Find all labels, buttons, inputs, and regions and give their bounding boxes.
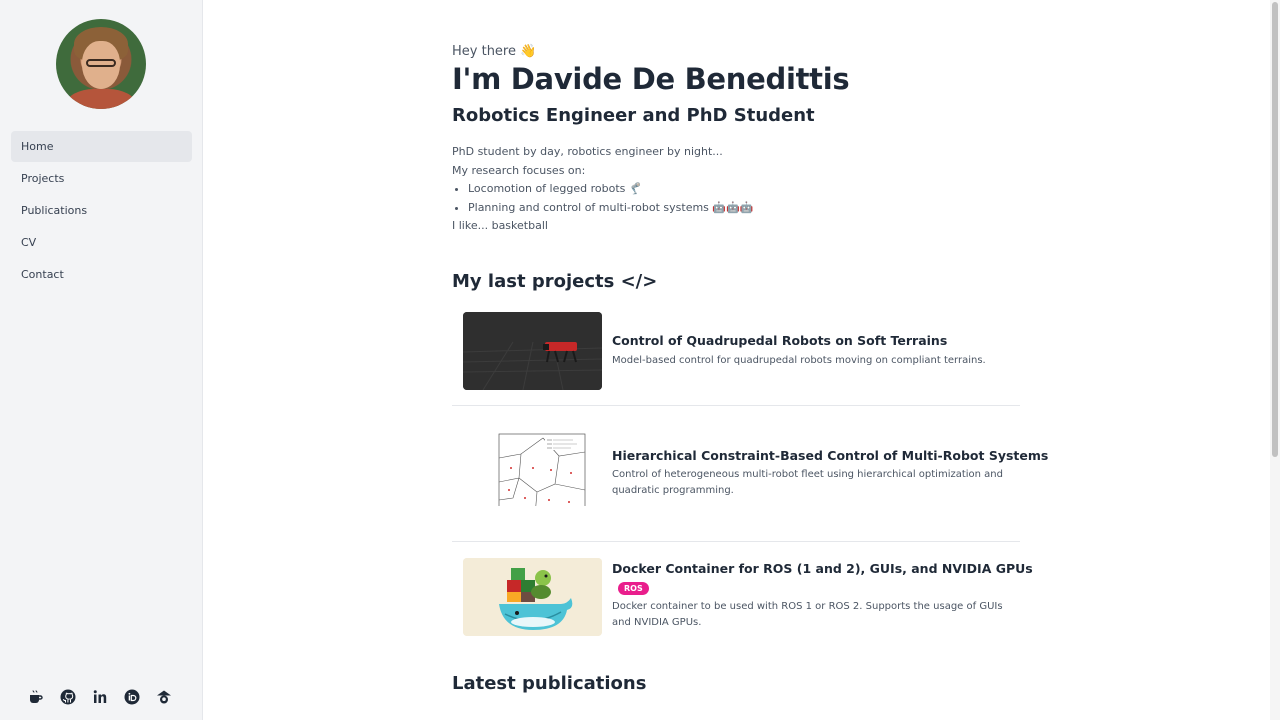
sidebar-item-label: CV bbox=[21, 236, 37, 249]
project-card-quadruped[interactable]: Control of Quadrupedal Robots on Soft Te… bbox=[452, 304, 1020, 406]
projects-heading: My last projects </> bbox=[452, 271, 658, 292]
sidebar-item-publications[interactable]: Publications bbox=[11, 195, 192, 226]
sidebar-item-projects[interactable]: Projects bbox=[11, 163, 192, 194]
research-list: Locomotion of legged robots 🦿 Planning a… bbox=[452, 180, 754, 217]
project-title[interactable]: Control of Quadrupedal Robots on Soft Te… bbox=[612, 333, 947, 348]
project-thumbnail[interactable] bbox=[463, 312, 602, 390]
sidebar-nav: Home Projects Publications CV Contact bbox=[11, 131, 192, 291]
project-card-multirobot[interactable]: Hierarchical Constraint-Based Control of… bbox=[452, 406, 1048, 542]
project-description: Docker container to be used with ROS 1 o… bbox=[612, 601, 1003, 628]
orcid-icon[interactable] bbox=[124, 689, 140, 705]
sidebar-item-label: Contact bbox=[21, 268, 64, 281]
sidebar-item-contact[interactable]: Contact bbox=[11, 259, 192, 290]
github-icon[interactable] bbox=[60, 689, 76, 705]
sidebar-item-label: Home bbox=[21, 140, 54, 153]
project-thumbnail[interactable] bbox=[463, 558, 602, 636]
project-thumbnail[interactable] bbox=[463, 428, 602, 506]
list-item: Locomotion of legged robots 🦿 bbox=[468, 180, 754, 199]
bio-line: I like... basketball bbox=[452, 219, 548, 232]
list-item: Planning and control of multi-robot syst… bbox=[468, 199, 754, 218]
avatar bbox=[56, 19, 146, 109]
project-description: Model-based control for quadrupedal robo… bbox=[612, 355, 986, 366]
scrollbar[interactable] bbox=[1270, 0, 1280, 720]
page-subtitle: Robotics Engineer and PhD Student bbox=[452, 105, 815, 126]
project-title[interactable]: Hierarchical Constraint-Based Control of… bbox=[612, 448, 1048, 463]
page-title: I'm Davide De Benedittis bbox=[452, 62, 850, 96]
bio-line: PhD student by day, robotics engineer by… bbox=[452, 145, 723, 158]
project-title[interactable]: Docker Container for ROS (1 and 2), GUIs… bbox=[612, 561, 1033, 576]
sidebar: Home Projects Publications CV Contact bbox=[0, 0, 203, 720]
sidebar-item-cv[interactable]: CV bbox=[11, 227, 192, 258]
linkedin-icon[interactable] bbox=[92, 689, 108, 705]
ros-badge: ROS bbox=[618, 582, 649, 595]
scholar-icon[interactable] bbox=[156, 689, 172, 705]
sidebar-item-home[interactable]: Home bbox=[11, 131, 192, 162]
sidebar-item-label: Publications bbox=[21, 204, 88, 217]
sidebar-item-label: Projects bbox=[21, 172, 65, 185]
scrollbar-thumb[interactable] bbox=[1272, 2, 1278, 457]
bio: PhD student by day, robotics engineer by… bbox=[452, 143, 754, 236]
greeting: Hey there 👋 bbox=[452, 44, 537, 59]
project-description: Control of heterogeneous multi-robot fle… bbox=[612, 469, 1003, 496]
project-card-docker[interactable]: Docker Container for ROS (1 and 2), GUIs… bbox=[452, 542, 1033, 644]
coffee-icon[interactable] bbox=[28, 689, 44, 705]
social-links bbox=[28, 689, 172, 705]
bio-line: My research focuses on: bbox=[452, 163, 586, 177]
publications-heading: Latest publications bbox=[452, 673, 647, 694]
